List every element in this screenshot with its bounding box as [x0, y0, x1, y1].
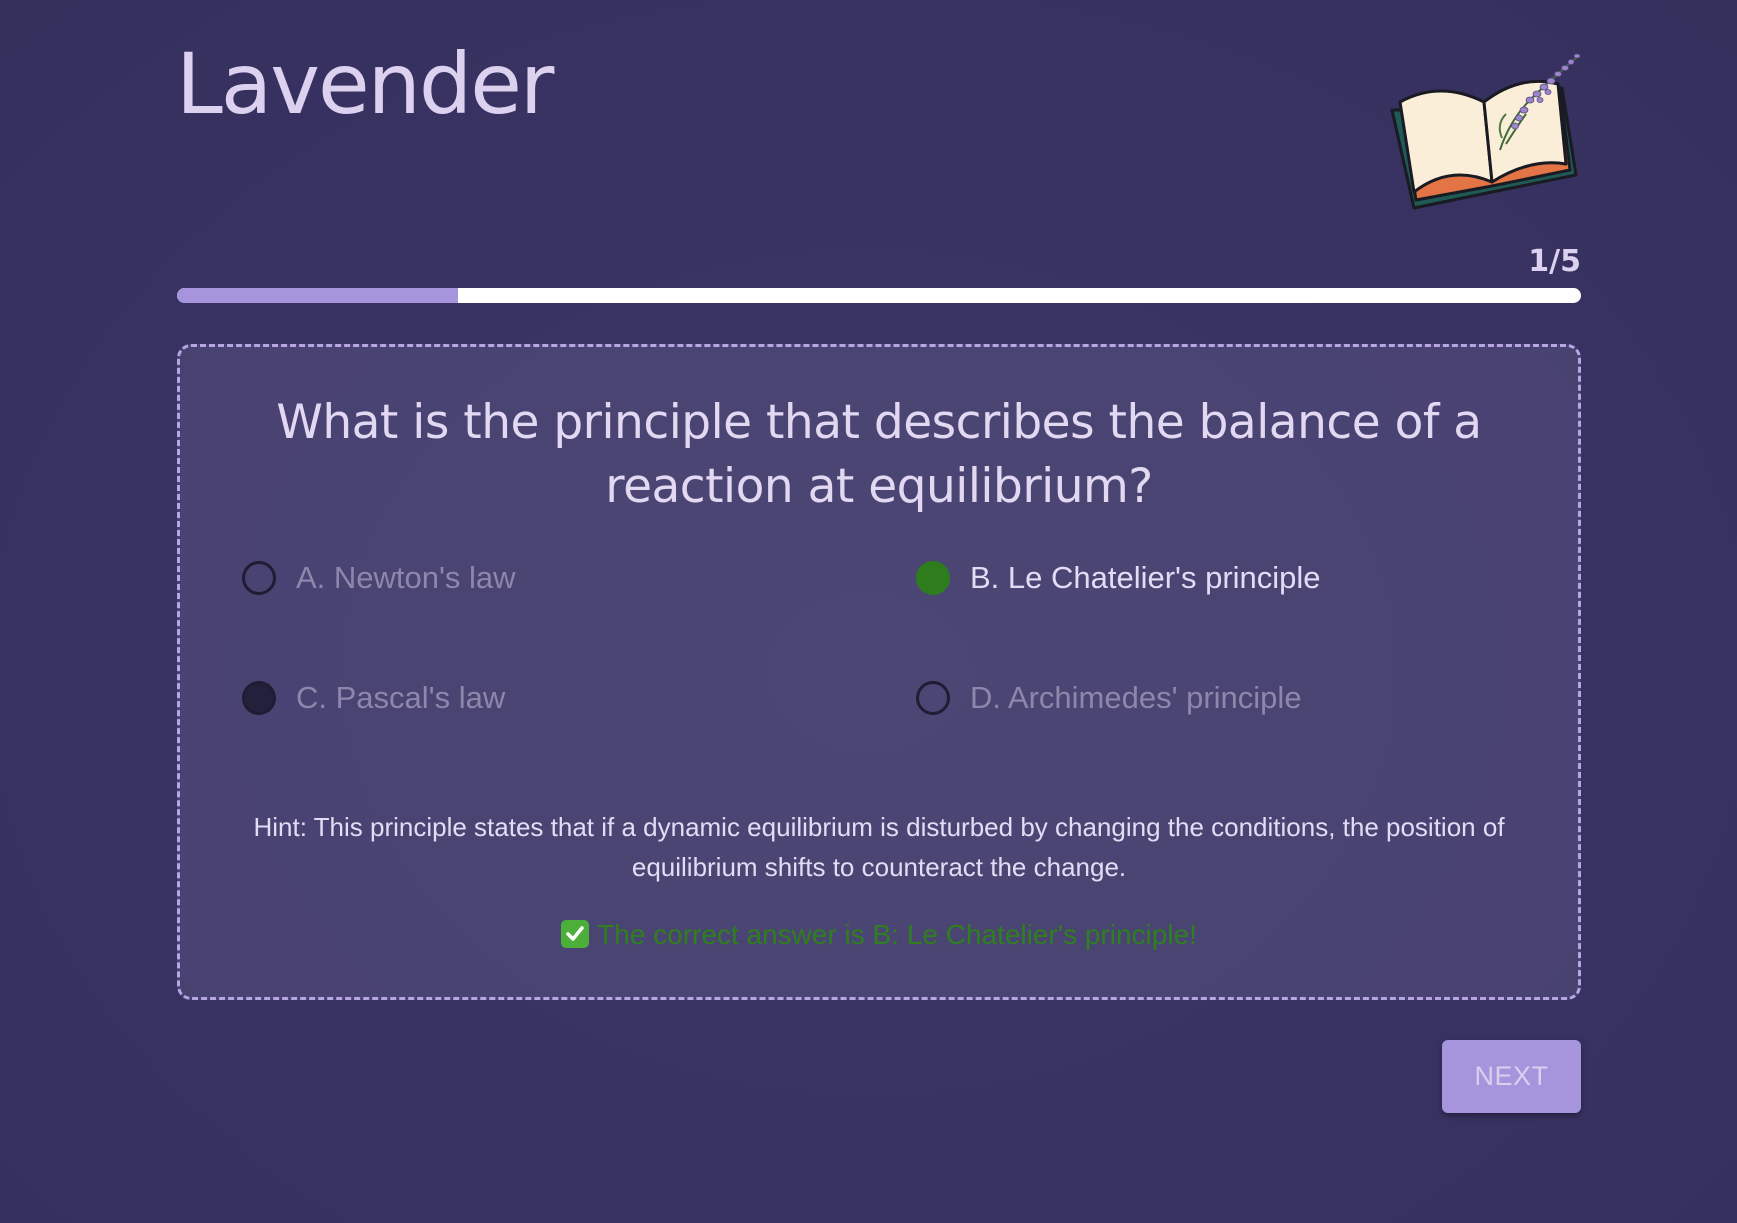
- hint-text: Hint: This principle states that if a dy…: [253, 812, 1505, 882]
- progress-bar: [177, 288, 1581, 303]
- option-label: C. Pascal's law: [296, 680, 506, 715]
- option-label: B. Le Chatelier's principle: [970, 560, 1321, 595]
- option-c[interactable]: C. Pascal's law: [242, 676, 505, 720]
- question-text: What is the principle that describes the…: [276, 395, 1482, 514]
- radio-icon[interactable]: [242, 681, 276, 715]
- check-mark-icon: [561, 920, 590, 948]
- option-label: A. Newton's law: [296, 560, 516, 595]
- result-message: The correct answer is B: Le Chatelier's …: [180, 919, 1578, 951]
- progress-bar-fill: [177, 288, 458, 303]
- radio-icon[interactable]: [916, 681, 950, 715]
- radio-icon[interactable]: [242, 561, 276, 595]
- progress-counter: 1/5: [1528, 244, 1581, 279]
- option-label: D. Archimedes' principle: [970, 680, 1302, 715]
- result-text: The correct answer is B: Le Chatelier's …: [597, 919, 1197, 950]
- app-title: Lavender: [176, 35, 554, 133]
- option-d[interactable]: D. Archimedes' principle: [916, 676, 1302, 720]
- radio-selected-icon[interactable]: [916, 561, 950, 595]
- open-book-with-lavender-icon: [1380, 40, 1585, 215]
- quiz-card: What is the principle that describes the…: [177, 344, 1581, 1000]
- option-a[interactable]: A. Newton's law: [242, 556, 516, 600]
- option-b[interactable]: B. Le Chatelier's principle: [916, 556, 1321, 600]
- next-button[interactable]: NEXT: [1442, 1040, 1581, 1113]
